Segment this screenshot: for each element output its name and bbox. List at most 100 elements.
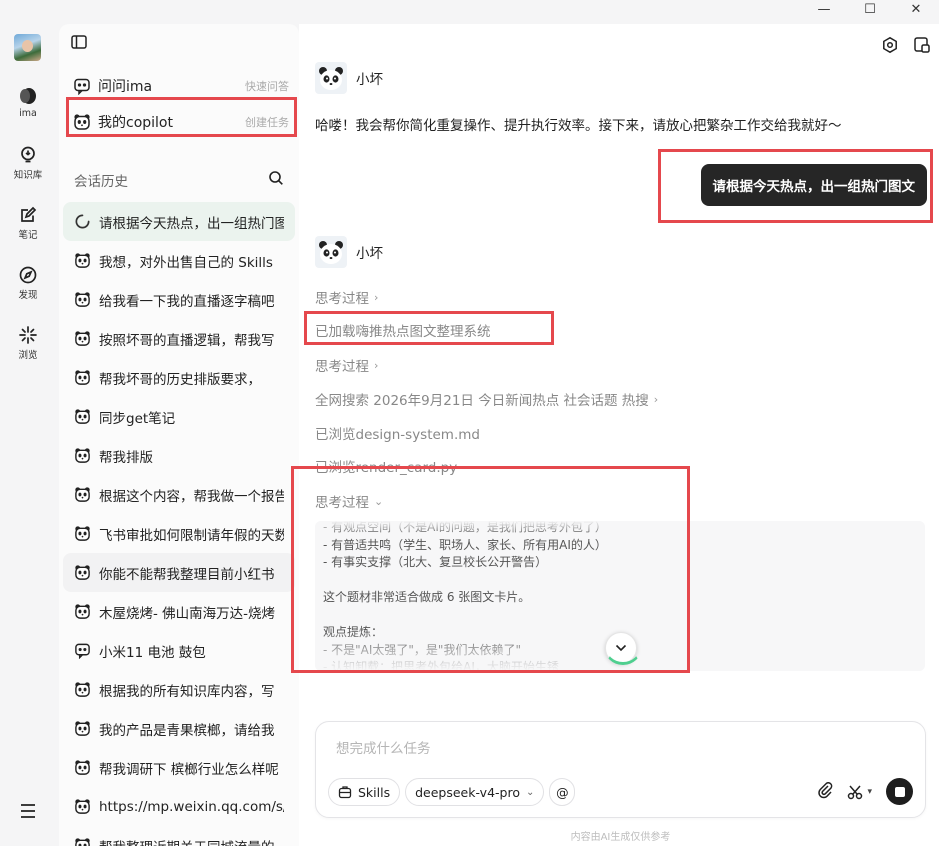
history-item[interactable]: 木屋烧烤- 佛山南海万达-烧烤 bbox=[63, 592, 295, 631]
history-item-label: 我想，对外出售自己的 Skills bbox=[99, 254, 273, 271]
step-label: 全网搜索 2026年9月21日 今日新闻热点 社会话题 热搜 bbox=[315, 393, 649, 409]
thinking-toggle-1[interactable]: 思考过程 › bbox=[315, 287, 378, 308]
step-label: 已浏览design-system.md bbox=[315, 427, 480, 443]
history-item-label: 按照坏哥的直播逻辑，帮我写 bbox=[99, 332, 275, 349]
maximize-button[interactable]: ☐ bbox=[847, 0, 893, 18]
chevron-right-icon: › bbox=[374, 358, 379, 372]
window-controls: — ☐ ✕ bbox=[801, 0, 939, 18]
history-item[interactable]: 同步get笔记 bbox=[63, 397, 295, 436]
close-button[interactable]: ✕ bbox=[893, 0, 939, 18]
sparkle-icon bbox=[18, 325, 38, 345]
thinking-toggle-3[interactable]: 思考过程 ⌄ bbox=[315, 491, 384, 512]
history-item[interactable]: 飞书审批如何限制请年假的天数 bbox=[63, 514, 295, 553]
ima-logo-icon bbox=[18, 86, 38, 106]
bot-header-1: 小坏 bbox=[315, 62, 383, 94]
menu-icon[interactable] bbox=[18, 802, 38, 820]
skills-button[interactable]: Skills bbox=[328, 778, 401, 806]
sidebar-toggle-icon[interactable] bbox=[71, 35, 87, 49]
history-item[interactable]: 帮我调研下 槟榔行业怎么样呢 bbox=[63, 748, 295, 787]
model-label: deepseek-v4-pro bbox=[415, 784, 520, 800]
step-label: 思考过程 bbox=[315, 359, 369, 375]
chat-main: 小坏 哈喽！我会帮你简化重复操作、提升执行效率。接下来，请放心把繁杂工作交给我就… bbox=[299, 24, 939, 846]
history-item[interactable]: 根据这个内容，帮我做一个报告 bbox=[63, 475, 295, 514]
history-item[interactable]: 我的产品是青果槟榔，请给我 bbox=[63, 709, 295, 748]
history-item-label: 帮我坏哥的历史排版要求， bbox=[99, 371, 261, 388]
bot-name: 小坏 bbox=[356, 72, 383, 88]
quick-label: 我的copilot bbox=[98, 115, 173, 131]
history-item[interactable]: 给我看一下我的直播逐字稿吧 bbox=[63, 280, 295, 319]
user-avatar[interactable] bbox=[14, 34, 41, 61]
mention-label: @ bbox=[556, 784, 569, 800]
rail-label: 知识库 bbox=[13, 170, 43, 181]
history-item[interactable]: 你能不能帮我整理目前小红书 bbox=[63, 553, 295, 592]
fade-top bbox=[315, 521, 925, 535]
history-item[interactable]: 帮我排版 bbox=[63, 436, 295, 475]
panda-icon bbox=[74, 291, 91, 308]
rail-label: 浏览 bbox=[18, 350, 38, 361]
minimize-button[interactable]: — bbox=[801, 0, 847, 18]
rail-item-knowledge[interactable]: 知识库 bbox=[0, 145, 56, 181]
step-web-search[interactable]: 全网搜索 2026年9月21日 今日新闻热点 社会话题 热搜 › bbox=[315, 389, 658, 410]
user-message-bubble: 请根据今天热点，出一组热门图文 bbox=[700, 164, 927, 206]
history-title: 会话历史 bbox=[74, 174, 128, 190]
history-item[interactable]: 我想，对外出售自己的 Skills bbox=[63, 241, 295, 280]
history-list: 请根据今天热点，出一组热门图文 我想，对外出售自己的 Skills 给我看一下我的直… bbox=[63, 202, 295, 846]
attach-icon[interactable] bbox=[817, 781, 833, 803]
panda-icon bbox=[74, 486, 91, 503]
scroll-to-bottom-button[interactable] bbox=[604, 632, 642, 665]
settings-icon[interactable] bbox=[881, 36, 899, 54]
panda-icon bbox=[74, 447, 91, 464]
history-item-label: 请根据今天热点，出一组热门图文 bbox=[99, 215, 284, 232]
top-toolbar bbox=[881, 36, 931, 54]
search-icon[interactable] bbox=[268, 170, 284, 190]
quick-hint: 创建任务 bbox=[245, 116, 289, 129]
panda-icon bbox=[74, 681, 91, 698]
panda-icon bbox=[74, 330, 91, 347]
step-label: 思考过程 bbox=[315, 291, 369, 307]
history-item-label: 小米11 电池 鼓包 bbox=[99, 644, 206, 661]
chat-bubble-icon bbox=[73, 77, 91, 96]
history-item[interactable]: 小米11 电池 鼓包 bbox=[63, 631, 295, 670]
stop-icon bbox=[894, 786, 905, 797]
history-item-label: 给我看一下我的直播逐字稿吧 bbox=[99, 293, 275, 310]
history-item[interactable]: https://mp.weixin.qq.com/s/ bbox=[63, 787, 295, 826]
quick-my-copilot[interactable]: 我的copilot 创建任务 bbox=[73, 108, 289, 136]
panda-icon bbox=[74, 252, 91, 269]
rail-item-notes[interactable]: 笔记 bbox=[0, 205, 56, 241]
bulb-icon bbox=[18, 145, 38, 165]
rail-item-browse[interactable]: 浏览 bbox=[0, 325, 56, 361]
history-item-label: 根据我的所有知识库内容，写 bbox=[99, 683, 275, 700]
bot-avatar bbox=[315, 236, 347, 268]
new-window-icon[interactable] bbox=[913, 36, 931, 54]
chevron-down-icon: ⌄ bbox=[374, 494, 384, 508]
step-label: 已加载嗨推热点图文整理系统 bbox=[315, 324, 491, 340]
history-item-label: https://mp.weixin.qq.com/s/ bbox=[99, 798, 284, 815]
bot-header-2: 小坏 bbox=[315, 236, 383, 268]
thinking-toggle-2[interactable]: 思考过程 › bbox=[315, 355, 379, 376]
mention-button[interactable]: @ bbox=[549, 778, 576, 806]
quick-ask-ima[interactable]: 问问ima 快速问答 bbox=[73, 72, 289, 100]
stop-button[interactable] bbox=[886, 778, 913, 805]
chat-bubble-icon bbox=[74, 642, 91, 660]
rail-label: 笔记 bbox=[18, 230, 38, 241]
composer-tools: Skills deepseek-v4-pro ⌄ @ bbox=[328, 778, 576, 806]
history-item[interactable]: 按照坏哥的直播逻辑，帮我写 bbox=[63, 319, 295, 358]
task-input[interactable]: 想完成什么任务 bbox=[336, 737, 431, 757]
history-item[interactable]: 帮我整理近期关于同城流量的 bbox=[63, 826, 295, 846]
model-select[interactable]: deepseek-v4-pro ⌄ bbox=[405, 778, 545, 806]
step-label: 思考过程 bbox=[315, 495, 369, 511]
bot-greeting: 哈喽！我会帮你简化重复操作、提升执行效率。接下来，请放心把繁杂工作交给我就好～ bbox=[315, 118, 842, 134]
history-item-label: 帮我排版 bbox=[99, 449, 153, 466]
panda-icon bbox=[74, 525, 91, 542]
chevron-down-icon: ⌄ bbox=[525, 786, 535, 798]
composer-actions: ▾ bbox=[817, 778, 913, 805]
rail-item-discover[interactable]: 发现 bbox=[0, 265, 56, 301]
history-item[interactable]: 根据我的所有知识库内容，写 bbox=[63, 670, 295, 709]
history-item[interactable]: 请根据今天热点，出一组热门图文 bbox=[63, 202, 295, 241]
rail-item-ima[interactable]: ima bbox=[0, 86, 56, 119]
scissors-icon[interactable]: ▾ bbox=[847, 784, 872, 800]
history-item[interactable]: 帮我坏哥的历史排版要求， bbox=[63, 358, 295, 397]
rail-label: ima bbox=[19, 108, 37, 119]
history-item-label: 帮我整理近期关于同城流量的 bbox=[99, 836, 275, 846]
panda-icon bbox=[74, 603, 91, 620]
